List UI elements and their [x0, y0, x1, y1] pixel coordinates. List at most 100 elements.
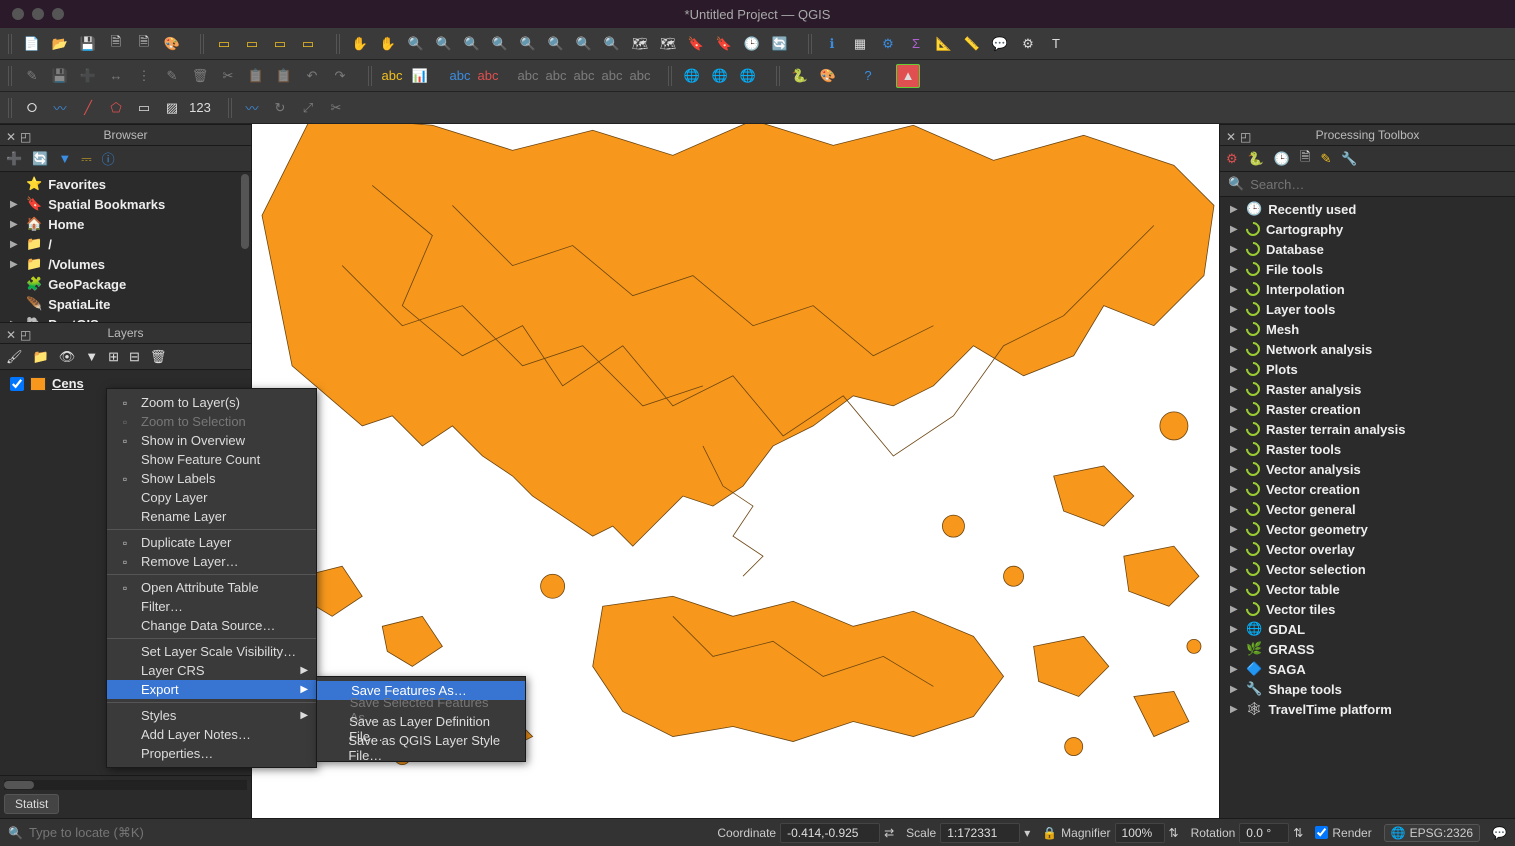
show-bookmarks-button[interactable]: 🔖 — [712, 32, 736, 56]
messages-icon[interactable]: 💬 — [1492, 826, 1507, 840]
toolbox-item[interactable]: ▶🌿GRASS — [1220, 639, 1515, 659]
scale-input[interactable] — [940, 823, 1020, 843]
map-tips-button[interactable]: 💬 — [988, 32, 1012, 56]
magnifier-input[interactable] — [1115, 823, 1165, 843]
close-panel-icon[interactable]: ✕ — [6, 328, 16, 338]
locator-input[interactable] — [29, 825, 209, 840]
label-pin-button[interactable]: abc — [476, 64, 500, 88]
toolbox-item[interactable]: ▶Layer tools — [1220, 299, 1515, 319]
undock-panel-icon[interactable]: ◰ — [1240, 130, 1250, 140]
toolbox-item[interactable]: ▶File tools — [1220, 259, 1515, 279]
zoom-last-button[interactable]: 🔍 — [572, 32, 596, 56]
results-icon[interactable]: 🗎 — [1300, 148, 1310, 170]
modify-attrs-button[interactable]: ✎ — [160, 64, 184, 88]
abc-1-button[interactable]: abc — [516, 64, 540, 88]
python-console-button[interactable]: 🐍 — [788, 64, 812, 88]
expand-all-icon[interactable]: ⊞ — [108, 349, 119, 365]
menu-item[interactable]: Show Feature Count — [107, 450, 316, 469]
browser-item[interactable]: 🧩GeoPackage — [0, 274, 251, 294]
abc-3-button[interactable]: abc — [572, 64, 596, 88]
visibility-icon[interactable]: 👁 — [59, 349, 76, 365]
toolbox-item[interactable]: ▶Database — [1220, 239, 1515, 259]
pan-to-selection-button[interactable]: ✋ — [376, 32, 400, 56]
properties-browser-icon[interactable]: ⓘ — [102, 149, 115, 168]
zoom-selection-button[interactable]: 🔍 — [488, 32, 512, 56]
show-layout-manager-button[interactable]: 🗎 — [132, 32, 156, 56]
toolbox-item[interactable]: ▶🕸TravelTime platform — [1220, 699, 1515, 719]
deselect-button[interactable]: ▭ — [268, 32, 292, 56]
submenu-item[interactable]: Save as QGIS Layer Style File… — [317, 738, 525, 757]
statistics-button[interactable]: Σ — [904, 32, 928, 56]
browser-item[interactable]: ▶📁/ — [0, 234, 251, 254]
toolbox-item[interactable]: ▶Raster tools — [1220, 439, 1515, 459]
script-icon[interactable]: 🐍 — [1248, 151, 1264, 167]
scale-lock-icon[interactable]: 🔒 — [1042, 826, 1057, 840]
menu-item[interactable]: Copy Layer — [107, 488, 316, 507]
shape-rot-button[interactable]: ↻ — [268, 96, 292, 120]
toggle-editing-button[interactable]: ✎ — [20, 64, 44, 88]
coordinate-toggle-icon[interactable]: ⇄ — [884, 826, 894, 840]
menu-item[interactable]: Properties… — [107, 744, 316, 763]
new-bookmark-button[interactable]: 🔖 — [684, 32, 708, 56]
toolbar-grip[interactable] — [336, 34, 342, 54]
shape-num-button[interactable]: 123 — [188, 96, 212, 120]
collapse-browser-icon[interactable]: ⎓ — [81, 151, 91, 167]
menu-item[interactable]: Export▶Save Features As…Save Selected Fe… — [107, 680, 316, 699]
menu-item[interactable]: ▫Duplicate Layer — [107, 533, 316, 552]
browser-item[interactable]: ▶🏠Home — [0, 214, 251, 234]
history-icon[interactable]: 🕒 — [1274, 151, 1290, 167]
open-project-button[interactable]: 📂 — [48, 32, 72, 56]
toolbox-item[interactable]: ▶Vector analysis — [1220, 459, 1515, 479]
toolbox-item[interactable]: ▶Raster creation — [1220, 399, 1515, 419]
maximize-window-button[interactable] — [52, 8, 64, 20]
render-checkbox[interactable] — [1315, 826, 1328, 839]
label-highlight-button[interactable]: abc — [448, 64, 472, 88]
rotation-input[interactable] — [1239, 823, 1289, 843]
filter-browser-icon[interactable]: ▼ — [58, 151, 71, 166]
browser-item[interactable]: ⭐Favorites — [0, 174, 251, 194]
toolbar-grip[interactable] — [200, 34, 206, 54]
toolbox-item[interactable]: ▶🔧Shape tools — [1220, 679, 1515, 699]
toolbar-grip[interactable] — [368, 66, 374, 86]
cut-button[interactable]: ✂ — [216, 64, 240, 88]
toolbar-grip[interactable] — [8, 66, 14, 86]
toolbox-item[interactable]: ▶Raster analysis — [1220, 379, 1515, 399]
toolbox-item[interactable]: ▶Raster terrain analysis — [1220, 419, 1515, 439]
delete-button[interactable]: 🗑 — [188, 64, 212, 88]
new-print-layout-button[interactable]: 🗎 — [104, 32, 128, 56]
refresh-browser-icon[interactable]: 🔄 — [32, 151, 48, 167]
zoom-out-button[interactable]: 🔍 — [432, 32, 456, 56]
model-icon[interactable]: ⚙ — [1226, 151, 1238, 167]
new-map-view-button[interactable]: 🗺 — [628, 32, 652, 56]
vertex-tool-button[interactable]: ⋮ — [132, 64, 156, 88]
web-2-button[interactable]: 🌐 — [708, 64, 732, 88]
layer-styling-icon[interactable]: 🖌 — [6, 349, 23, 365]
toolbox-item[interactable]: ▶Mesh — [1220, 319, 1515, 339]
collapse-all-icon[interactable]: ⊟ — [129, 349, 140, 365]
toolbox-item[interactable]: ▶Vector table — [1220, 579, 1515, 599]
text-annotation-button[interactable]: T — [1044, 32, 1068, 56]
menu-item[interactable]: ▫Open Attribute Table — [107, 578, 316, 597]
toolbox-item[interactable]: ▶Vector selection — [1220, 559, 1515, 579]
abc-2-button[interactable]: abc — [544, 64, 568, 88]
identify-button[interactable]: ℹ — [820, 32, 844, 56]
toolbox-item[interactable]: ▶🔷SAGA — [1220, 659, 1515, 679]
magnifier-stepper-icon[interactable]: ⇅ — [1169, 826, 1179, 840]
toolbox-item[interactable]: ▶🕒Recently used — [1220, 199, 1515, 219]
help-button[interactable]: ? — [856, 64, 880, 88]
menu-item[interactable]: Add Layer Notes… — [107, 725, 316, 744]
toolbox-item[interactable]: ▶Plots — [1220, 359, 1515, 379]
toolbox-item[interactable]: ▶Cartography — [1220, 219, 1515, 239]
toolbar-grip[interactable] — [228, 98, 234, 118]
measure-area-button[interactable]: 📏 — [960, 32, 984, 56]
shape-poly-button[interactable]: ⬠ — [104, 96, 128, 120]
toolbox-item[interactable]: ▶Vector general — [1220, 499, 1515, 519]
zoom-in-button[interactable]: 🔍 — [404, 32, 428, 56]
minimize-window-button[interactable] — [32, 8, 44, 20]
toolbox-item[interactable]: ▶Vector creation — [1220, 479, 1515, 499]
menu-item[interactable]: Rename Layer — [107, 507, 316, 526]
browser-item[interactable]: ▶📁/Volumes — [0, 254, 251, 274]
shape-curve-button[interactable]: 〰 — [48, 96, 72, 120]
browser-item[interactable]: ▶🔖Spatial Bookmarks — [0, 194, 251, 214]
menu-item[interactable]: ▫Zoom to Layer(s) — [107, 393, 316, 412]
